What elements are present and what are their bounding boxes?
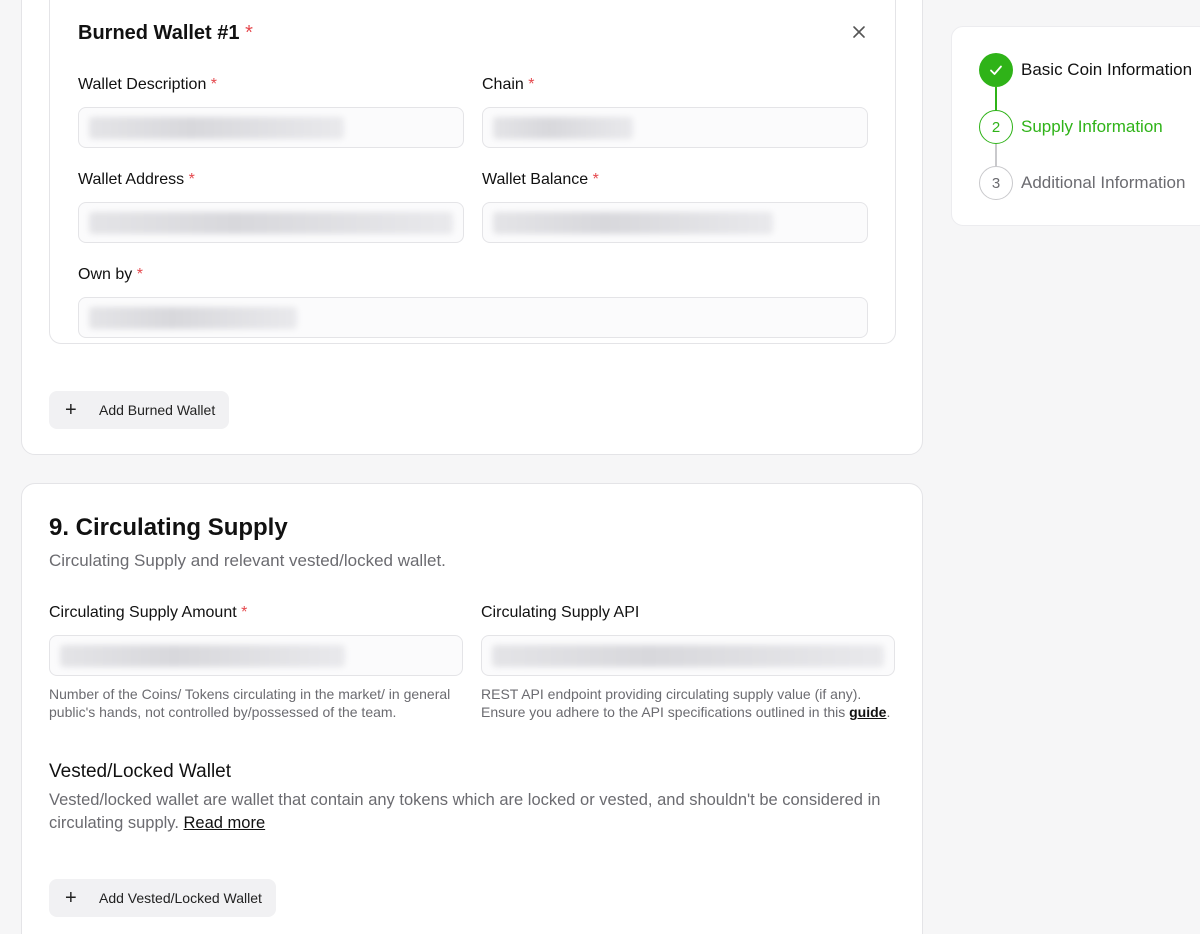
wallet-balance-label: Wallet Balance *	[482, 171, 599, 188]
step-label-supply-info[interactable]: Supply Information	[1021, 117, 1163, 137]
section-title: 9. Circulating Supply	[49, 514, 288, 541]
vested-wallet-description: Vested/locked wallet are wallet that con…	[49, 791, 881, 832]
circulating-supply-api-help: REST API endpoint providing circulating …	[481, 686, 891, 720]
close-icon[interactable]	[849, 22, 869, 42]
own-by-input[interactable]	[78, 297, 868, 338]
wallet-description-label: Wallet Description *	[78, 76, 218, 93]
step-supply-info[interactable]: 2	[979, 110, 1013, 144]
wallet-balance-input[interactable]	[482, 202, 868, 243]
burned-wallet-section: Burned Wallet #1 * Wallet Description * …	[21, 0, 923, 455]
chain-select[interactable]	[482, 107, 868, 148]
step-number: 3	[991, 174, 1001, 192]
progress-stepper: Basic Coin Information 2 Supply Informat…	[951, 26, 1200, 226]
burned-wallet-item: Burned Wallet #1 * Wallet Description * …	[49, 0, 896, 344]
step-label-basic-coin-info[interactable]: Basic Coin Information	[1021, 60, 1192, 80]
burned-wallet-title: Burned Wallet #1 *	[78, 22, 253, 44]
circulating-supply-amount-help: Number of the Coins/ Tokens circulating …	[49, 686, 451, 720]
guide-link[interactable]: guide	[849, 704, 886, 720]
read-more-link[interactable]: Read more	[184, 814, 266, 832]
circulating-supply-amount-label: Circulating Supply Amount *	[49, 604, 248, 621]
vested-wallet-title: Vested/Locked Wallet	[49, 761, 232, 782]
step-additional-info[interactable]: 3	[979, 166, 1013, 200]
step-connector	[995, 144, 997, 168]
wallet-address-input[interactable]	[78, 202, 464, 243]
wallet-address-label: Wallet Address *	[78, 171, 195, 188]
circulating-supply-amount-input[interactable]	[49, 635, 463, 676]
check-icon	[990, 65, 1002, 75]
plus-icon: +	[65, 399, 77, 421]
add-burned-wallet-label: Add Burned Wallet	[99, 402, 216, 418]
step-label-additional-info[interactable]: Additional Information	[1021, 173, 1185, 193]
section-subtitle: Circulating Supply and relevant vested/l…	[49, 551, 446, 570]
wallet-description-input[interactable]	[78, 107, 464, 148]
step-connector	[995, 87, 997, 111]
step-number: 2	[991, 118, 1001, 136]
circulating-supply-api-label: Circulating Supply API	[481, 604, 640, 621]
circulating-supply-section: 9. Circulating Supply Circulating Supply…	[21, 483, 923, 934]
plus-icon: +	[65, 887, 77, 909]
add-vested-wallet-button[interactable]: + Add Vested/Locked Wallet	[49, 879, 276, 917]
own-by-label: Own by *	[78, 266, 143, 283]
circulating-supply-api-input[interactable]	[481, 635, 895, 676]
add-vested-wallet-label: Add Vested/Locked Wallet	[99, 890, 262, 906]
step-basic-coin-info[interactable]	[979, 53, 1013, 87]
chain-label: Chain *	[482, 76, 535, 93]
add-burned-wallet-button[interactable]: + Add Burned Wallet	[49, 391, 230, 429]
